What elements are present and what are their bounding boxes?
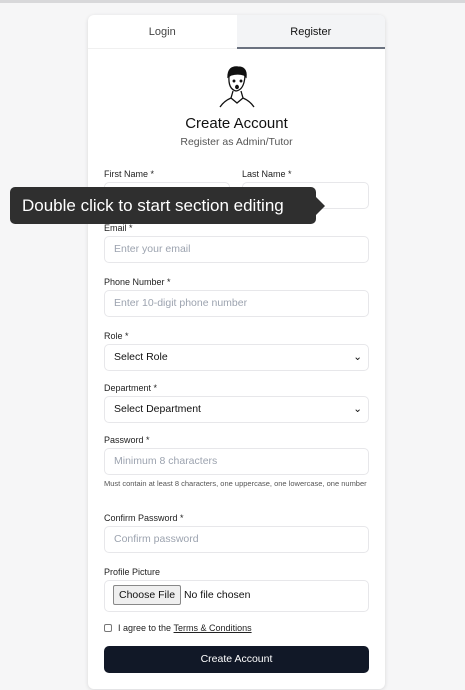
first-name-label: First Name * (104, 169, 155, 179)
phone-label: Phone Number * (104, 277, 171, 287)
profile-picture-input[interactable]: Choose File No file chosen (104, 580, 369, 612)
create-account-button[interactable]: Create Account (104, 646, 369, 673)
tab-login[interactable]: Login (88, 15, 237, 49)
confirm-password-label: Confirm Password * (104, 513, 184, 523)
terms-checkbox[interactable] (104, 624, 112, 632)
password-label: Password * (104, 435, 150, 445)
profile-picture-label: Profile Picture (104, 567, 161, 577)
chevron-down-icon: ⌄ (353, 403, 362, 415)
terms-row: I agree to the Terms & Conditions (104, 623, 252, 633)
email-input[interactable]: Enter your email (104, 236, 369, 263)
role-select[interactable]: Select Role ⌄ (104, 344, 369, 371)
file-status: No file chosen (183, 589, 251, 601)
choose-file-button[interactable]: Choose File (113, 585, 182, 605)
role-value: Select Role (114, 351, 168, 363)
section-editing-tooltip: Double click to start section editing (10, 187, 325, 224)
last-name-label: Last Name * (242, 169, 292, 179)
role-label: Role * (104, 331, 129, 341)
terms-link[interactable]: Terms & Conditions (174, 623, 252, 633)
department-value: Select Department (114, 403, 201, 415)
chevron-down-icon: ⌄ (353, 351, 362, 363)
avatar-illustration-icon (219, 66, 255, 108)
page-subtitle: Register as Admin/Tutor (180, 136, 293, 148)
phone-input[interactable]: Enter 10-digit phone number (104, 290, 369, 317)
confirm-password-input[interactable]: Confirm password (104, 526, 369, 553)
password-input[interactable]: Minimum 8 characters (104, 448, 369, 475)
email-label: Email * (104, 223, 133, 233)
tab-register[interactable]: Register (236, 15, 385, 49)
auth-tabs: Login Register (88, 15, 385, 49)
terms-text: I agree to the (118, 623, 174, 633)
register-card: Login Register Create Account Register a… (88, 15, 385, 689)
department-select[interactable]: Select Department ⌄ (104, 396, 369, 423)
password-hint: Must contain at least 8 characters, one … (104, 479, 367, 488)
department-label: Department * (104, 383, 158, 393)
page-title: Create Account (185, 115, 288, 132)
